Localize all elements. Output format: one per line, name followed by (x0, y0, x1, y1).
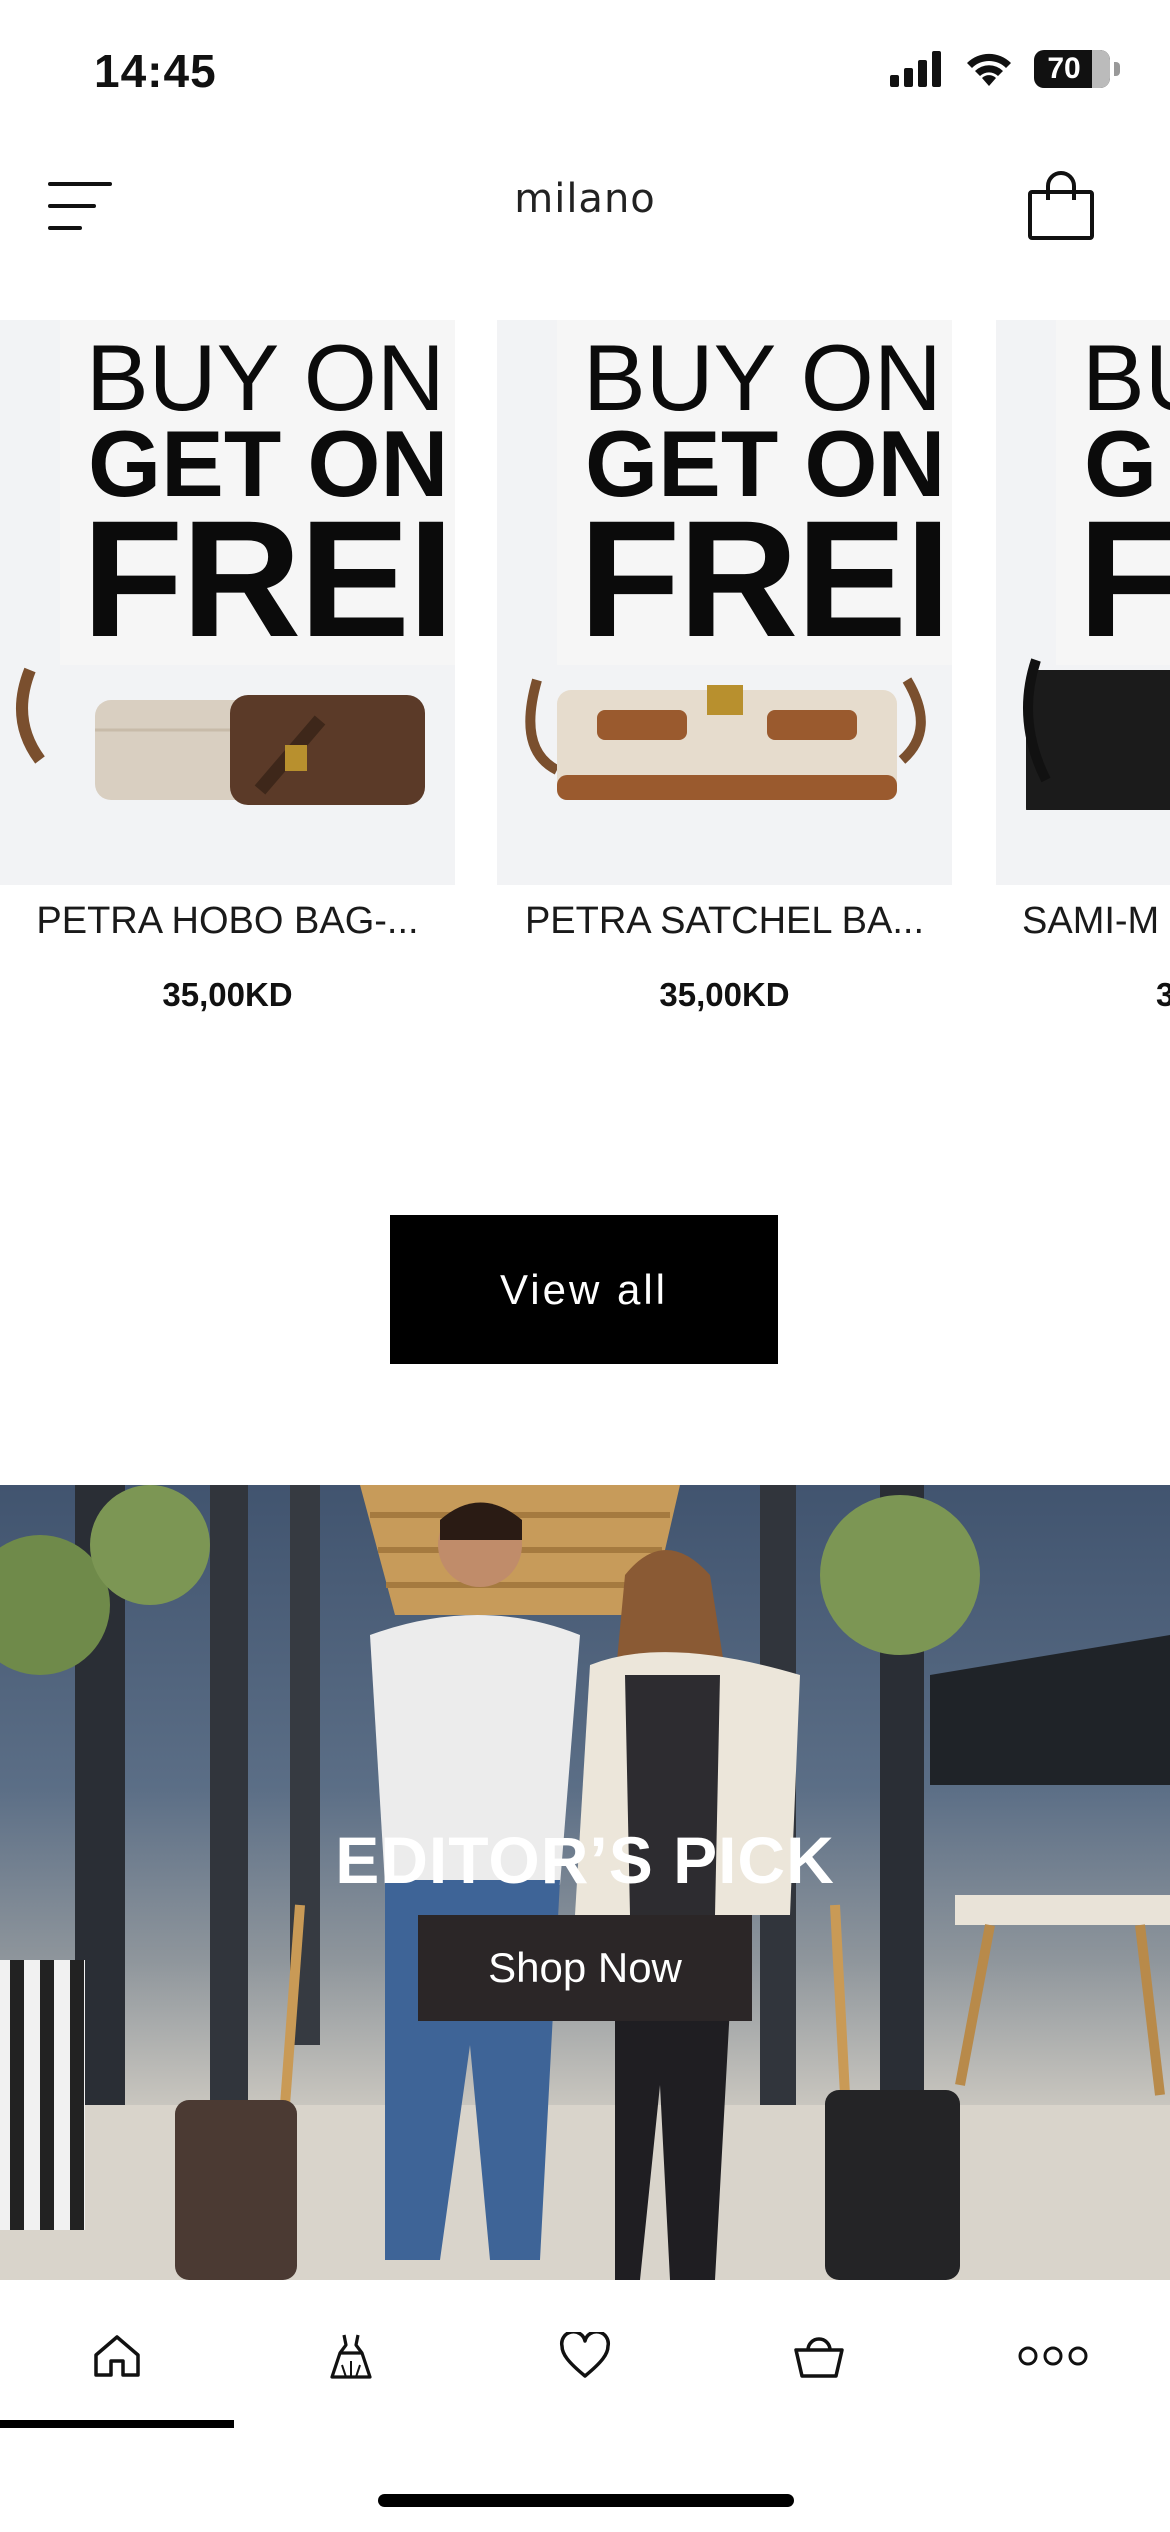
editors-pick-banner[interactable]: EDITOR’S PICK Shop Now (0, 1485, 1170, 2280)
shop-now-button[interactable]: Shop Now (418, 1915, 752, 2021)
product-card[interactable]: BU G F SAMI-M 3 (996, 320, 1170, 1020)
product-name[interactable]: PETRA SATCHEL BA... (497, 900, 952, 943)
promo-line3: F (1078, 487, 1170, 665)
shopping-bag-icon (1028, 171, 1094, 240)
product-image[interactable]: BUY ON GET ON FREI (497, 320, 952, 885)
promo-line3: FREI (82, 487, 454, 665)
product-name[interactable]: PETRA HOBO BAG-... (0, 900, 455, 943)
nav-categories[interactable] (234, 2280, 468, 2432)
product-card[interactable]: BUY ON GET ON FREI PETRA SATCHEL BA... 3… (497, 320, 952, 1020)
wifi-icon (967, 53, 1011, 86)
active-tab-indicator (0, 2420, 234, 2428)
status-icons: 70 (890, 50, 1120, 88)
product-card[interactable]: BUY ON GET ON FREI PETRA HOBO BAG-... 35… (0, 320, 455, 1020)
home-indicator[interactable] (378, 2494, 794, 2507)
product-image[interactable]: BU G F (996, 320, 1170, 885)
nav-cart[interactable] (702, 2280, 936, 2432)
promo-overlay: BU G F (1056, 320, 1170, 665)
bottom-nav (0, 2280, 1170, 2432)
product-name[interactable]: SAMI-M (1022, 900, 1170, 943)
heart-icon (559, 2332, 611, 2378)
nav-wishlist[interactable] (468, 2280, 702, 2432)
product-price: 35,00KD (659, 976, 790, 1013)
nav-home[interactable] (0, 2280, 234, 2432)
brand-logo[interactable]: milano (0, 176, 1170, 222)
promo-overlay: BUY ON GET ON FREI (60, 320, 455, 665)
promo-line3: FREI (579, 487, 951, 665)
battery-icon: 70 (1034, 50, 1110, 88)
view-all-button[interactable]: View all (390, 1215, 778, 1364)
app-header: milano (0, 140, 1170, 270)
cart-button[interactable] (1026, 170, 1096, 242)
basket-icon (794, 2337, 844, 2378)
hobo-bag-image (16, 667, 425, 805)
product-price: 3 (1156, 976, 1170, 1013)
product-price: 35,00KD (162, 976, 293, 1013)
crossbody-bag-image (1023, 658, 1170, 810)
battery-level: 70 (1047, 52, 1081, 85)
satchel-bag-image (525, 677, 926, 800)
cellular-signal-icon (890, 51, 941, 87)
more-icon (1018, 2346, 1088, 2366)
editors-pick-title: EDITOR’S PICK (335, 1823, 835, 1897)
status-bar: 14:45 70 (0, 0, 1170, 140)
home-icon (94, 2335, 140, 2377)
status-time: 14:45 (94, 45, 217, 97)
nav-more[interactable] (936, 2280, 1170, 2432)
product-carousel[interactable]: BUY ON GET ON FREI PETRA HOBO BAG-... 35… (0, 320, 1170, 1040)
product-image[interactable]: BUY ON GET ON FREI (0, 320, 455, 885)
promo-overlay: BUY ON GET ON FREI (557, 320, 952, 665)
dress-icon (330, 2334, 372, 2379)
